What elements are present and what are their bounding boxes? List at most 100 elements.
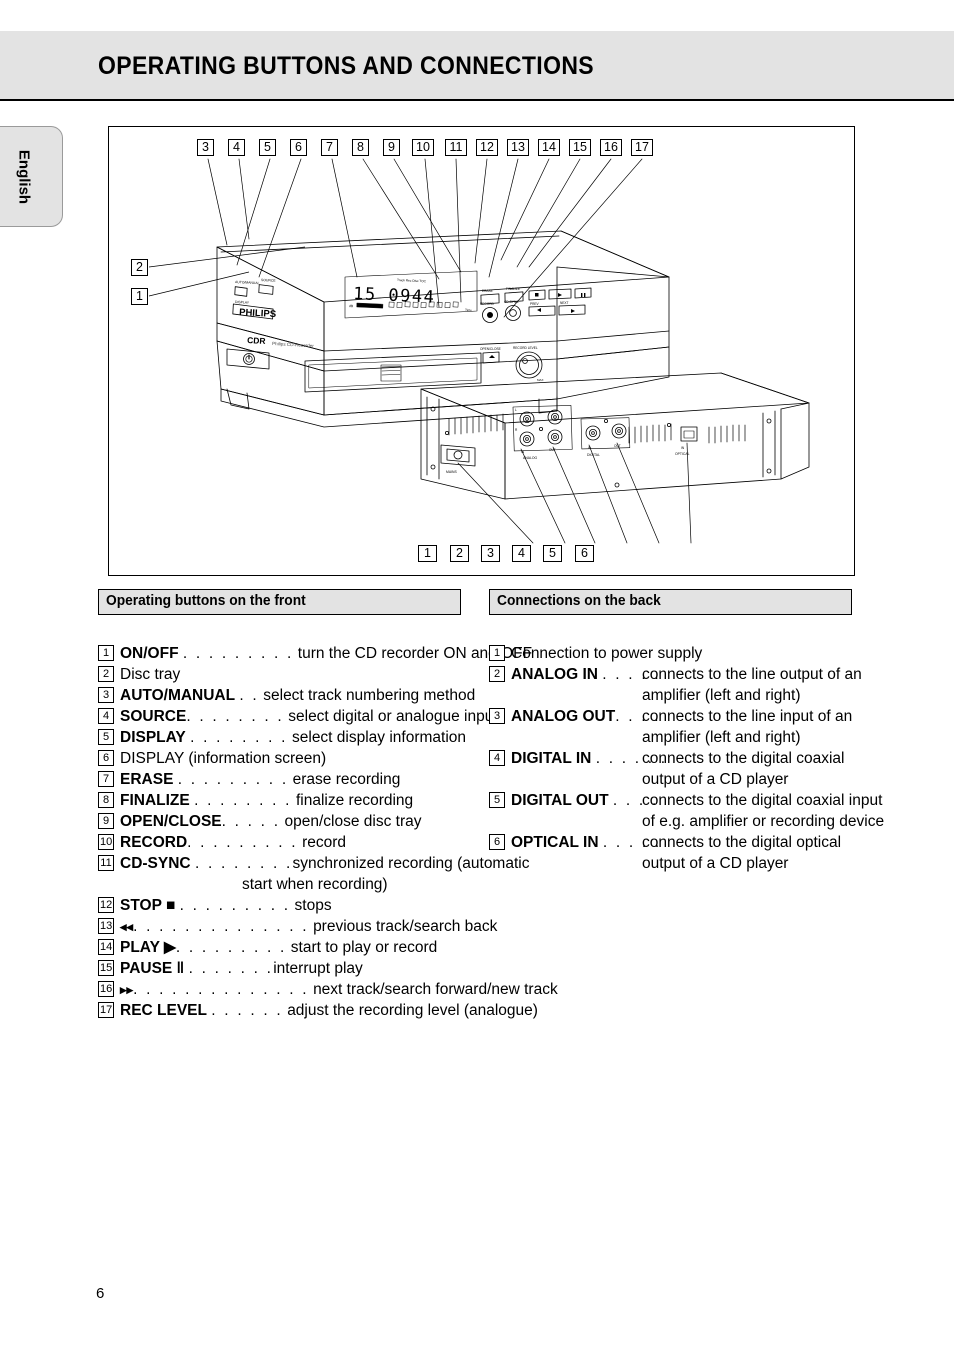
- callout-bottom-6: 6: [575, 545, 594, 562]
- list-item: 5 DIGITAL OUT . . . . connects to the di…: [489, 790, 884, 832]
- section-header-front-label: Operating buttons on the front: [106, 593, 306, 609]
- legend-term: ANALOG IN: [511, 666, 598, 683]
- legend-desc: start to play or record: [290, 939, 438, 956]
- legend-dots: . . . . . . . .: [194, 792, 292, 809]
- legend-term: ON/OFF: [120, 645, 179, 662]
- legend-dots: . .: [239, 687, 259, 704]
- callout-top-9: 9: [383, 139, 400, 156]
- legend-text: REC LEVEL . . . . . . adjust the recordi…: [120, 1000, 538, 1021]
- legend-text: DIGITAL OUT . . . .: [511, 790, 658, 811]
- legend-text: STOP ■ . . . . . . . . . stops: [120, 895, 332, 916]
- callout-top-15: 15: [569, 139, 591, 156]
- svg-text:SOURCE: SOURCE: [261, 278, 276, 283]
- legend-dots: . . . . .: [221, 813, 281, 830]
- list-item: 6 OPTICAL IN . . . . . connects to the d…: [489, 832, 869, 874]
- legend-desc: open/close disc tray: [284, 813, 422, 830]
- legend-text: ERASE . . . . . . . . . erase recording: [120, 769, 400, 790]
- legend-text: PLAY ▶. . . . . . . . . start to play or…: [120, 937, 437, 958]
- list-item: 4 SOURCE. . . . . . . . select digital o…: [98, 706, 498, 727]
- list-item: 3 AUTO/MANUAL . . select track numbering…: [98, 685, 478, 706]
- legend-dots: . . . . . . . .: [186, 708, 284, 725]
- legend-number: 3: [489, 708, 505, 724]
- legend-term: CD-SYNC: [120, 855, 191, 872]
- front-buttons-legend: 1 ON/OFF . . . . . . . . . turn the CD r…: [98, 643, 558, 1021]
- list-item: 15 PAUSE ‖ . . . . . . .interrupt play: [98, 958, 478, 979]
- legend-number: 15: [98, 960, 115, 976]
- next-track-icon: ▸▸: [120, 982, 134, 997]
- language-tab-label: English: [15, 149, 33, 204]
- callout-top-3: 3: [197, 139, 214, 156]
- previous-track-icon: ◂◂: [120, 919, 134, 934]
- callout-bottom-2: 2: [450, 545, 469, 562]
- legend-text: ▸▸. . . . . . . . . . . . . . next track…: [120, 979, 558, 1000]
- legend-dots: . . . . . . . . . . . . . .: [133, 918, 309, 935]
- callout-top-12: 12: [476, 139, 498, 156]
- list-item: 8 FINALIZE . . . . . . . . finalize reco…: [98, 790, 478, 811]
- callout-bottom-1: 1: [418, 545, 437, 562]
- legend-text: ON/OFF . . . . . . . . . turn the CD rec…: [120, 643, 532, 664]
- legend-number: 14: [98, 939, 115, 955]
- legend-text: FINALIZE . . . . . . . . finalize record…: [120, 790, 413, 811]
- legend-text: DISPLAY . . . . . . . . select display i…: [120, 727, 466, 748]
- back-connections-legend: 1 Connection to power supply 2 ANALOG IN…: [489, 643, 884, 874]
- legend-term: DIGITAL IN: [511, 750, 592, 767]
- legend-number: 1: [98, 645, 114, 661]
- legend-term: RECORD: [120, 834, 188, 851]
- svg-text:MAX: MAX: [537, 378, 544, 382]
- svg-text:Track Rec Disc TOC: Track Rec Disc TOC: [397, 278, 427, 283]
- callout-top-6: 6: [290, 139, 307, 156]
- legend-term: Disc tray: [120, 666, 181, 683]
- page-number: 6: [96, 1285, 105, 1302]
- legend-text: RECORD. . . . . . . . . record: [120, 832, 346, 853]
- list-item: 2 ANALOG IN . . . . . connects to the li…: [489, 664, 869, 706]
- callout-top-5: 5: [259, 139, 276, 156]
- legend-desc-cont: start when recording): [242, 876, 388, 893]
- legend-dots: . . . . . . . . .: [177, 771, 289, 788]
- section-header-back-label: Connections on the back: [497, 593, 661, 609]
- callout-top-16: 16: [600, 139, 622, 156]
- svg-text:FINALIZE: FINALIZE: [506, 287, 520, 291]
- legend-number: 17: [98, 1002, 115, 1018]
- legend-number: 10: [98, 834, 115, 850]
- language-tab-english: English: [0, 126, 63, 227]
- legend-number: 6: [489, 834, 505, 850]
- model-sublabel: Philips CD-Recorder: [272, 341, 315, 348]
- list-item: 5 DISPLAY . . . . . . . . select display…: [98, 727, 478, 748]
- legend-dots: . . . . . . . . .: [175, 939, 287, 956]
- legend-number: 11: [98, 855, 114, 871]
- legend-desc: connects to the line input of an: [642, 708, 853, 725]
- legend-dots: . . . . . . . .: [190, 729, 288, 746]
- legend-text: ◂◂. . . . . . . . . . . . . . previous t…: [120, 916, 497, 937]
- svg-text:RECORD LEVEL: RECORD LEVEL: [513, 346, 538, 350]
- legend-term: SOURCE: [120, 708, 187, 725]
- legend-text: DISPLAY (information screen): [120, 748, 326, 769]
- legend-term: DISPLAY: [120, 729, 186, 746]
- list-item: 9 OPEN/CLOSE. . . . . open/close disc tr…: [98, 811, 478, 832]
- legend-number: 8: [98, 792, 114, 808]
- legend-number: 13: [98, 918, 115, 934]
- list-item: 16 ▸▸. . . . . . . . . . . . . . next tr…: [98, 979, 558, 1000]
- legend-desc-cont: output of a CD player: [642, 771, 789, 788]
- legend-number: 2: [489, 666, 505, 682]
- svg-text:ERASE: ERASE: [482, 289, 493, 293]
- callout-top-8: 8: [352, 139, 369, 156]
- list-item: 4 DIGITAL IN . . . . . . connects to the…: [489, 748, 869, 790]
- legend-text: ANALOG OUT. . . .: [511, 706, 661, 727]
- legend-term: FINALIZE: [120, 792, 190, 809]
- callout-top-10: 10: [412, 139, 434, 156]
- legend-desc-cont: amplifier (left and right): [642, 729, 801, 746]
- legend-text: Connection to power supply: [511, 643, 702, 664]
- legend-desc: select digital or analogue input: [288, 708, 498, 725]
- legend-number: 4: [98, 708, 114, 724]
- legend-term: ERASE: [120, 771, 174, 788]
- legend-text: PAUSE ‖ . . . . . . .interrupt play: [120, 958, 363, 979]
- list-item: 2 Disc tray: [98, 664, 478, 685]
- legend-dots: . . . . . .: [211, 1002, 283, 1019]
- legend-dots: . . . . . . . . .: [182, 645, 294, 662]
- legend-number: 16: [98, 981, 115, 997]
- legend-text: ANALOG IN . . . . .: [511, 664, 661, 685]
- legend-number: 2: [98, 666, 114, 682]
- section-header-back: Connections on the back: [489, 589, 852, 615]
- legend-dots: . . . . . . . . .: [187, 834, 298, 851]
- section-header-front: Operating buttons on the front: [98, 589, 461, 615]
